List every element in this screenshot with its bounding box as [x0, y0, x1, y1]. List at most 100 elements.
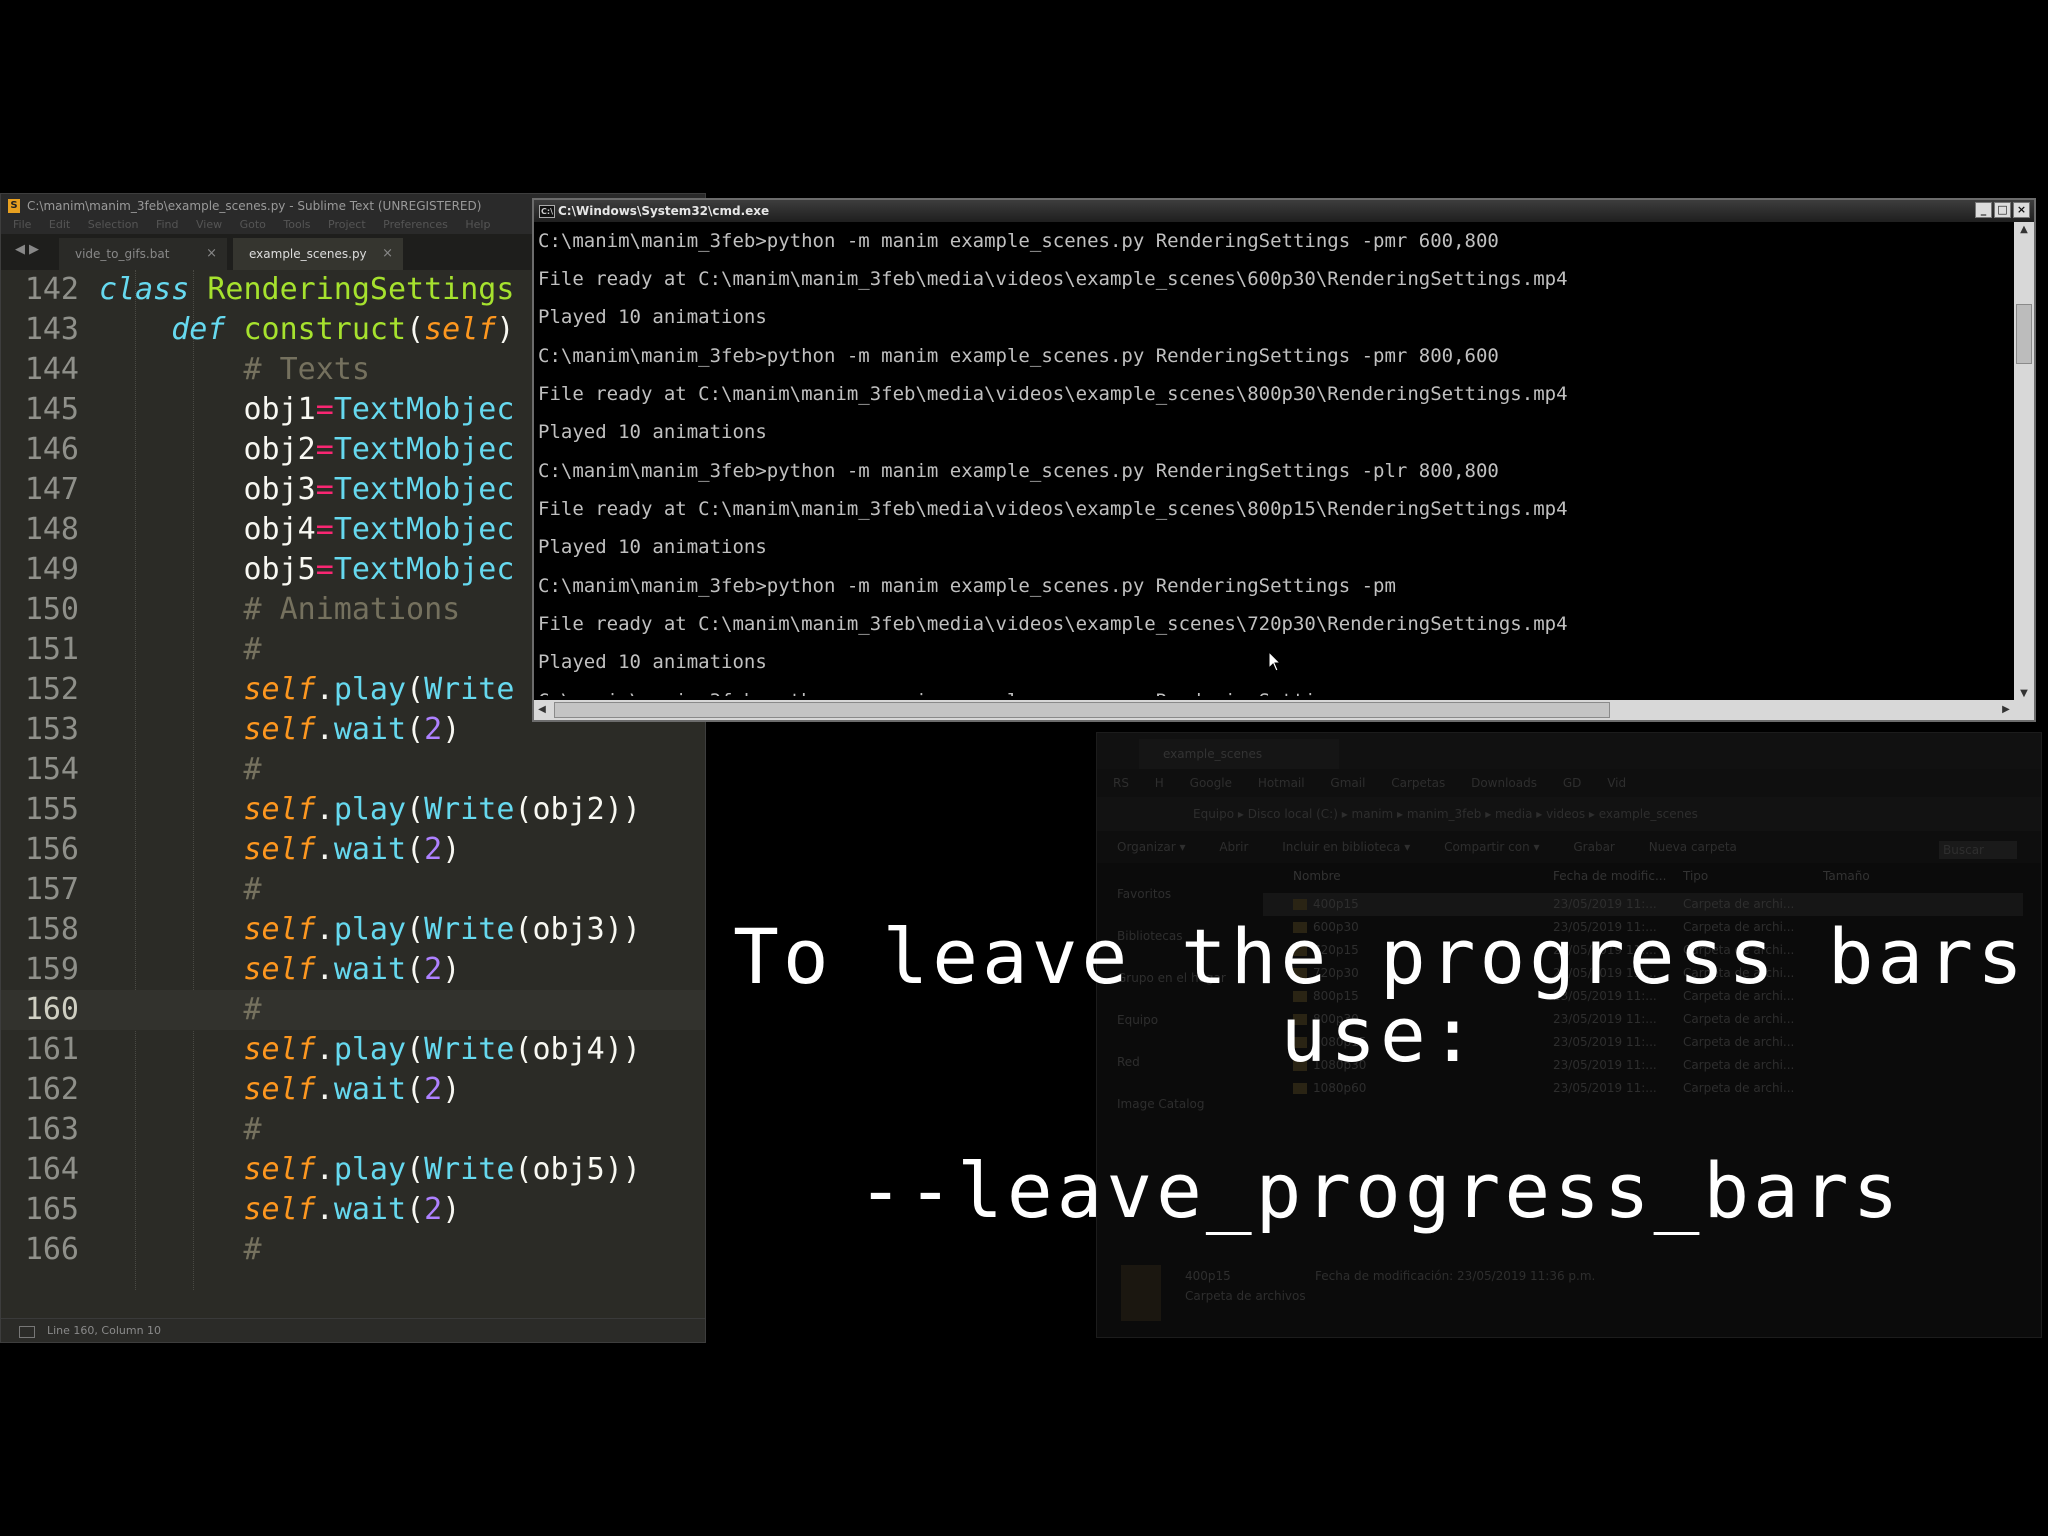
call: Write [424, 792, 515, 827]
vertical-scrollbar[interactable]: ▲ ▼ [2014, 222, 2034, 702]
menu-help[interactable]: Help [465, 218, 490, 231]
file-list-header: Nombre Fecha de modific... Tipo Tamaño [1263, 865, 2023, 887]
close-button[interactable]: × [2013, 202, 2030, 218]
cmd-titlebar[interactable]: C:\ C:\Windows\System32\cmd.exe _ □ × [534, 200, 2034, 222]
column-size[interactable]: Tamaño [1823, 865, 1870, 887]
line-number: 148 [24, 512, 79, 547]
bookmark[interactable]: GD [1563, 776, 1582, 790]
method: wait [333, 952, 407, 987]
code-line: 158 self.play(Write(obj3)) [1, 910, 705, 950]
bookmark[interactable]: Google [1190, 776, 1232, 790]
menu-file[interactable]: File [13, 218, 31, 231]
cmd-line: File ready at C:\manim\manim_3feb\media\… [538, 383, 1568, 405]
maximize-button[interactable]: □ [1994, 202, 2011, 218]
code-line: 161 self.play(Write(obj4)) [1, 1030, 705, 1070]
scroll-up-icon[interactable]: ▲ [2014, 222, 2034, 238]
call: Write [424, 1032, 515, 1067]
bookmark[interactable]: H [1155, 776, 1164, 790]
cmd-output[interactable]: C:\manim\manim_3feb>python -m manim exam… [538, 222, 2014, 696]
scroll-thumb[interactable] [2016, 304, 2032, 364]
number: 2 [424, 712, 443, 747]
variable: obj1 [243, 392, 316, 427]
function-name: construct [243, 312, 407, 347]
tab-nav-arrows-icon[interactable]: ◀▶ [15, 242, 43, 257]
self-ref: self [243, 1152, 316, 1187]
horizontal-scrollbar[interactable]: ◀ ▶ [534, 700, 2014, 720]
menu-find[interactable]: Find [156, 218, 179, 231]
line-number: 151 [24, 632, 79, 667]
line-number: 146 [24, 432, 79, 467]
menu-selection[interactable]: Selection [88, 218, 139, 231]
toolbar-include-library[interactable]: Incluir en biblioteca ▾ [1282, 840, 1410, 854]
bookmark[interactable]: Gmail [1330, 776, 1365, 790]
column-date[interactable]: Fecha de modific... [1553, 865, 1666, 887]
code-line: 156 self.wait(2) [1, 830, 705, 870]
self-param: self [424, 312, 497, 347]
code-line: 159 self.wait(2) [1, 950, 705, 990]
tab-vide-to-gifs[interactable]: vide_to_gifs.bat × [59, 238, 227, 270]
comment: # [243, 1112, 262, 1147]
close-icon[interactable]: × [206, 238, 217, 270]
explorer-tab[interactable]: example_scenes [1139, 739, 1339, 769]
toolbar-new-folder[interactable]: Nueva carpeta [1649, 840, 1737, 854]
line-number: 162 [24, 1072, 79, 1107]
menu-project[interactable]: Project [328, 218, 366, 231]
menu-goto[interactable]: Goto [240, 218, 266, 231]
cmd-line: File ready at C:\manim\manim_3feb\media\… [538, 498, 1568, 520]
scroll-left-icon[interactable]: ◀ [534, 700, 550, 720]
cmd-line: C:\manim\manim_3feb>python -m manim exam… [538, 460, 1499, 482]
cmd-line: C:\manim\manim_3feb>python -m manim exam… [538, 682, 1396, 696]
code-line: 163 # [1, 1110, 705, 1150]
panel-toggle-icon[interactable] [19, 1326, 35, 1338]
code-line: 154 # [1, 750, 705, 790]
scroll-thumb[interactable] [554, 702, 1610, 718]
bookmark[interactable]: Carpetas [1391, 776, 1445, 790]
sublime-title: C:\manim\manim_3feb\example_scenes.py - … [27, 199, 482, 213]
scroll-right-icon[interactable]: ▶ [1998, 700, 2014, 720]
minimize-button[interactable]: _ [1975, 202, 1992, 218]
menu-edit[interactable]: Edit [49, 218, 70, 231]
cmd-line: Played 10 animations [538, 421, 767, 443]
line-number: 153 [24, 712, 79, 747]
comment: # [243, 1232, 262, 1267]
column-name[interactable]: Nombre [1293, 865, 1341, 887]
toolbar-burn[interactable]: Grabar [1573, 840, 1615, 854]
menu-tools[interactable]: Tools [283, 218, 310, 231]
explorer-toolbar: Organizar ▾ Abrir Incluir en biblioteca … [1097, 831, 2041, 863]
bookmark[interactable]: RS [1113, 776, 1129, 790]
method: wait [333, 712, 407, 747]
bookmark[interactable]: Hotmail [1258, 776, 1305, 790]
toolbar-share[interactable]: Compartir con ▾ [1444, 840, 1539, 854]
variable: obj4 [532, 1032, 605, 1067]
sublime-statusbar: Line 160, Column 10 [1, 1318, 705, 1342]
number: 2 [424, 1072, 443, 1107]
variable: obj4 [243, 512, 316, 547]
bookmark[interactable]: Vid [1607, 776, 1626, 790]
tab-example-scenes[interactable]: example_scenes.py × [233, 238, 403, 270]
sublime-app-icon: S [8, 199, 20, 213]
toolbar-open[interactable]: Abrir [1219, 840, 1248, 854]
menu-preferences[interactable]: Preferences [383, 218, 448, 231]
line-number: 161 [24, 1032, 79, 1067]
line-number: 159 [24, 952, 79, 987]
explorer-address-bar[interactable]: Equipo ▸ Disco local (C:) ▸ manim ▸ mani… [1097, 797, 2041, 859]
menu-view[interactable]: View [196, 218, 222, 231]
sidebar-item[interactable]: Favoritos [1117, 873, 1247, 915]
code-line: 164 self.play(Write(obj5)) [1, 1150, 705, 1190]
toolbar-organize[interactable]: Organizar ▾ [1117, 840, 1186, 854]
explorer-bookmarks: RS H Google Hotmail Gmail Carpetas Downl… [1097, 769, 2041, 797]
variable: obj2 [532, 792, 605, 827]
column-type[interactable]: Tipo [1683, 865, 1708, 887]
resize-grip-icon[interactable] [2014, 700, 2034, 720]
caption-line-2: use: [1280, 990, 1480, 1079]
cmd-line: C:\manim\manim_3feb>python -m manim exam… [538, 575, 1396, 597]
close-icon[interactable]: × [382, 238, 393, 270]
explorer-search-input[interactable]: Buscar [1939, 841, 2017, 859]
comment: # Texts [243, 352, 370, 387]
code-line: 162 self.wait(2) [1, 1070, 705, 1110]
call: TextMobjec [333, 472, 515, 507]
self-ref: self [243, 952, 316, 987]
bookmark[interactable]: Downloads [1471, 776, 1537, 790]
call: TextMobjec [333, 512, 515, 547]
method: wait [333, 832, 407, 867]
